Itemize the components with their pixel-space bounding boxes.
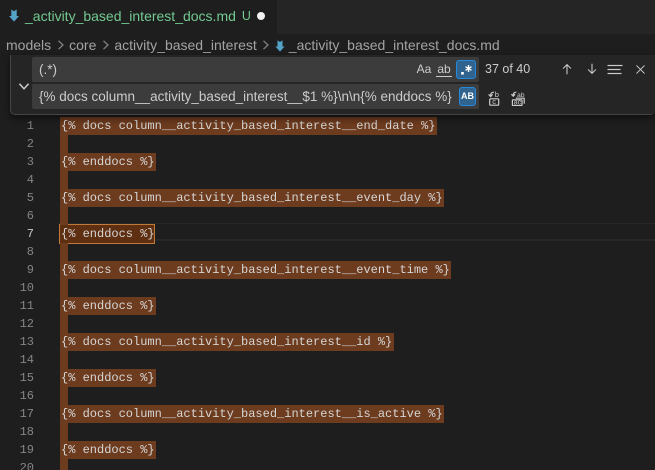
svg-text:c: c — [492, 97, 496, 106]
svg-text:ac: ac — [514, 99, 522, 105]
